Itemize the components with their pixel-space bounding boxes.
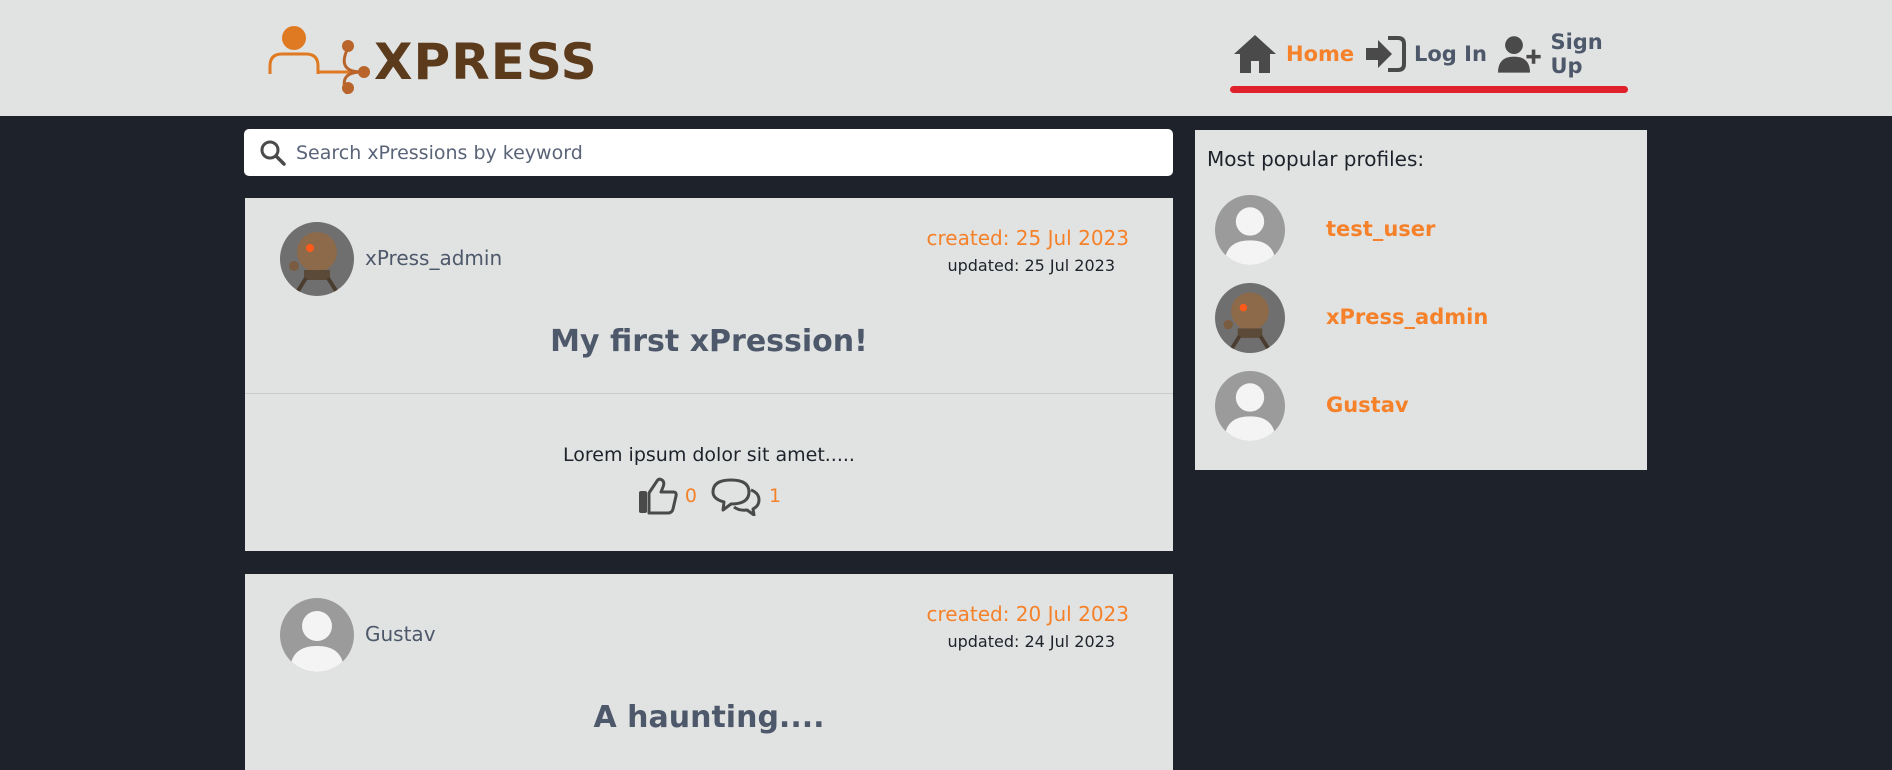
profile-name[interactable]: Gustav (1326, 393, 1409, 417)
add-user-icon (1498, 36, 1541, 73)
nav-login[interactable]: Log In (1364, 30, 1487, 78)
popular-profiles-panel: Most popular profiles: test_user xPress_… (1195, 130, 1647, 470)
post-created-date: created: 25 Jul 2023 (926, 226, 1129, 250)
post-updated-date: updated: 24 Jul 2023 (947, 632, 1115, 651)
avatar[interactable] (1215, 283, 1285, 353)
search-input[interactable] (294, 140, 1158, 165)
avatar[interactable] (280, 598, 354, 672)
profile-name[interactable]: xPress_admin (1326, 305, 1488, 329)
nav-active-underline (1230, 86, 1628, 93)
search-icon (260, 140, 286, 166)
robot-avatar-icon (280, 222, 354, 296)
nav-signup-label: Sign Up (1550, 30, 1603, 78)
default-user-avatar-icon (1215, 195, 1285, 265)
comments-icon[interactable] (709, 476, 763, 516)
popular-profiles-title: Most popular profiles: (1207, 147, 1425, 171)
profile-name[interactable]: test_user (1326, 217, 1435, 241)
main-nav: Home Log In Sign Up (1228, 30, 1632, 93)
brand-logo[interactable]: XPRESS (266, 22, 597, 94)
post-author[interactable]: Gustav (365, 622, 436, 646)
nav-home[interactable]: Home (1232, 30, 1354, 78)
post-card[interactable]: xPress_admin created: 25 Jul 2023 update… (245, 198, 1173, 551)
avatar[interactable] (1215, 195, 1285, 265)
profile-item[interactable]: Gustav (1215, 371, 1635, 443)
post-created-date: created: 20 Jul 2023 (926, 602, 1129, 626)
profile-item[interactable]: test_user (1215, 195, 1635, 267)
site-header: XPRESS Home Log In Sign Up (0, 0, 1892, 116)
divider (245, 393, 1173, 394)
like-count: 0 (684, 485, 697, 507)
avatar[interactable] (1215, 371, 1285, 441)
default-user-avatar-icon (1215, 371, 1285, 441)
default-user-avatar-icon (280, 598, 354, 672)
profile-item[interactable]: xPress_admin (1215, 283, 1635, 355)
brand-name: XPRESS (374, 33, 598, 91)
post-author[interactable]: xPress_admin (365, 246, 502, 270)
home-icon (1234, 35, 1276, 73)
comment-count: 1 (769, 485, 782, 507)
search-bar[interactable] (244, 129, 1173, 176)
post-stats: 0 1 (245, 476, 1173, 516)
post-title[interactable]: A haunting.... (245, 700, 1173, 735)
post-title[interactable]: My first xPression! (245, 324, 1173, 359)
post-body: Lorem ipsum dolor sit amet..... (563, 444, 855, 466)
login-icon (1366, 36, 1406, 72)
brand-logo-icon (268, 26, 370, 94)
post-card[interactable]: Gustav created: 20 Jul 2023 updated: 24 … (245, 574, 1173, 770)
post-updated-date: updated: 25 Jul 2023 (947, 256, 1115, 275)
nav-login-label: Log In (1414, 42, 1487, 66)
thumbs-up-icon[interactable] (637, 477, 679, 515)
robot-avatar-icon (1215, 283, 1285, 353)
nav-home-label: Home (1286, 42, 1355, 66)
nav-signup[interactable]: Sign Up (1498, 30, 1632, 78)
avatar[interactable] (280, 222, 354, 296)
